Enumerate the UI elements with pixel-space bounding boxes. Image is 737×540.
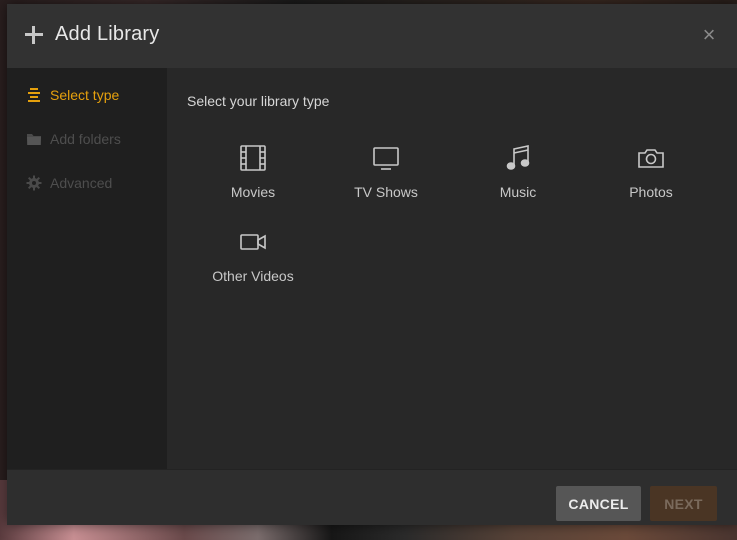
- next-button[interactable]: NEXT: [650, 486, 717, 521]
- tv-icon: [373, 147, 399, 170]
- sidebar-item-add-folders[interactable]: Add folders: [7, 124, 167, 154]
- library-type-movies[interactable]: Movies: [193, 144, 313, 216]
- gear-icon: [26, 175, 42, 191]
- library-type-label: Music: [499, 184, 537, 200]
- library-type-label: Photos: [629, 184, 673, 200]
- library-type-music[interactable]: Music: [458, 144, 578, 216]
- dialog-title: Add Library: [55, 23, 160, 45]
- sidebar-item-select-type[interactable]: Select type: [7, 80, 167, 110]
- library-type-tv-shows[interactable]: TV Shows: [326, 144, 446, 216]
- library-type-label: Movies: [230, 184, 276, 200]
- sidebar: Select type Add folders Advanced: [7, 68, 167, 469]
- music-note-icon: [506, 145, 530, 170]
- section-heading: Select your library type: [187, 93, 330, 109]
- plus-icon: [25, 26, 43, 44]
- add-library-dialog: Add Library × Select type Add folders Ad…: [7, 4, 737, 525]
- camera-icon: [638, 149, 664, 168]
- cancel-button[interactable]: CANCEL: [556, 486, 641, 521]
- library-type-label: TV Shows: [354, 184, 418, 200]
- list-icon: [28, 88, 40, 102]
- library-type-photos[interactable]: Photos: [591, 144, 711, 216]
- close-button[interactable]: ×: [697, 24, 721, 48]
- video-camera-icon: [240, 234, 266, 250]
- library-type-other-videos[interactable]: Other Videos: [193, 228, 313, 300]
- sidebar-item-label: Select type: [50, 87, 120, 103]
- dialog-footer: CANCEL NEXT: [7, 469, 737, 525]
- folder-icon: [27, 134, 41, 145]
- main-content: Select your library type Movies TV Shows: [167, 68, 737, 469]
- library-type-label: Other Videos: [212, 268, 294, 284]
- dialog-header: Add Library ×: [7, 4, 737, 68]
- sidebar-item-advanced[interactable]: Advanced: [7, 168, 167, 198]
- sidebar-item-label: Add folders: [50, 131, 121, 147]
- film-icon: [240, 145, 266, 171]
- sidebar-item-label: Advanced: [50, 175, 113, 191]
